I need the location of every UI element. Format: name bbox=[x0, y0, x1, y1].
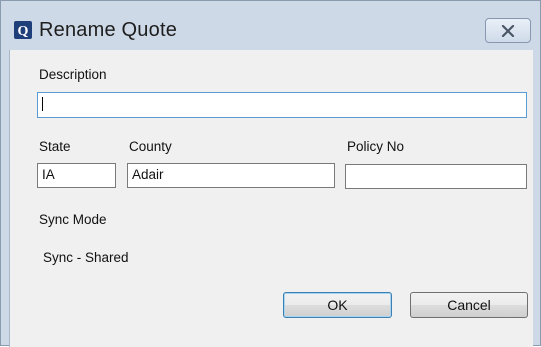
svg-text:Q: Q bbox=[18, 24, 29, 37]
dialog-body: Description State IA County Adair Policy… bbox=[9, 50, 533, 347]
description-input[interactable] bbox=[37, 92, 527, 118]
close-x-icon bbox=[501, 24, 515, 37]
state-value: IA bbox=[42, 167, 55, 182]
state-field[interactable]: IA bbox=[37, 163, 116, 188]
text-caret bbox=[42, 97, 43, 111]
close-button[interactable] bbox=[485, 18, 531, 43]
county-field[interactable]: Adair bbox=[127, 163, 335, 188]
ok-button[interactable]: OK bbox=[283, 292, 392, 318]
policy-no-field[interactable] bbox=[345, 164, 527, 189]
dialog-title: Rename Quote bbox=[39, 19, 178, 41]
cancel-button[interactable]: Cancel bbox=[410, 292, 528, 318]
app-q-icon: Q bbox=[14, 21, 32, 39]
description-label: Description bbox=[39, 67, 107, 82]
county-value: Adair bbox=[132, 167, 164, 182]
rename-quote-dialog: Q Rename Quote Description State IA Coun… bbox=[0, 0, 541, 347]
policy-no-label: Policy No bbox=[347, 139, 405, 154]
state-label: State bbox=[39, 139, 71, 154]
sync-mode-label: Sync Mode bbox=[39, 212, 107, 227]
title-bar[interactable]: Q Rename Quote bbox=[1, 1, 540, 51]
county-label: County bbox=[129, 139, 172, 154]
sync-mode-value: Sync - Shared bbox=[43, 250, 129, 265]
